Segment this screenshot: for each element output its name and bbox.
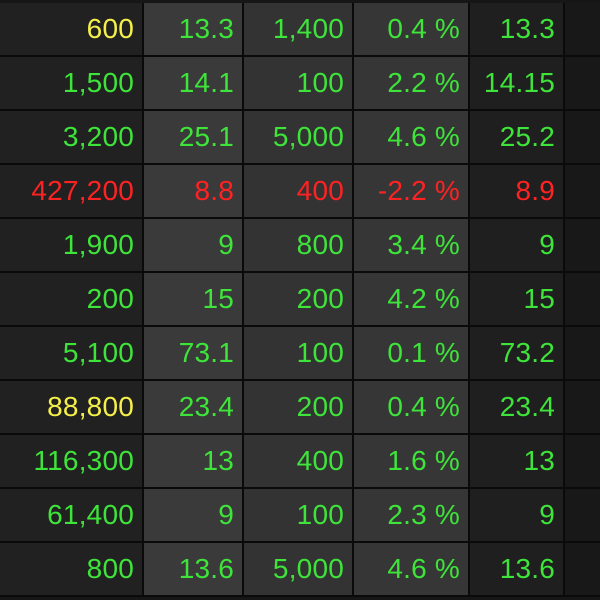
table-cell-change-pct: 0.1 %	[354, 327, 470, 381]
table-cell-ref-price: 15	[470, 273, 565, 327]
table-cell-price: 13.6	[144, 543, 244, 597]
table-cell-price: 13	[144, 435, 244, 489]
table-cell-change-pct: 3.4 %	[354, 219, 470, 273]
table-cell-price: 9	[144, 219, 244, 273]
table-cell-overflow	[565, 435, 600, 489]
table-cell-volume: 800	[0, 543, 144, 597]
table-cell-ref-price: 14.15	[470, 57, 565, 111]
table-cell-volume: 116,300	[0, 435, 144, 489]
table-cell-last-qty: 5,000	[244, 543, 354, 597]
stock-quote-board: 600 13.3 1,400 0.4 % 13.3 1,500 14.1 100 2.2 % 14…	[0, 0, 600, 600]
table-cell-price: 8.8	[144, 165, 244, 219]
table-cell-change-pct: 0.4 %	[354, 381, 470, 435]
table-cell-ref-price: 73.2	[470, 327, 565, 381]
table-cell-ref-price: 8.9	[470, 165, 565, 219]
table-cell-overflow	[565, 381, 600, 435]
table-cell-volume: 1,900	[0, 219, 144, 273]
table-cell-overflow	[565, 543, 600, 597]
table-cell-last-qty: 400	[244, 165, 354, 219]
table-cell-overflow	[565, 3, 600, 57]
table-cell-volume: 427,200	[0, 165, 144, 219]
table-cell-change-pct: 4.6 %	[354, 111, 470, 165]
quote-table: 600 13.3 1,400 0.4 % 13.3 1,500 14.1 100 2.2 % 14…	[0, 3, 600, 597]
table-cell-last-qty: 5,000	[244, 111, 354, 165]
table-cell-volume: 200	[0, 273, 144, 327]
table-cell-overflow	[565, 273, 600, 327]
table-cell-volume: 1,500	[0, 57, 144, 111]
table-cell-last-qty: 200	[244, 381, 354, 435]
table-cell-last-qty: 100	[244, 57, 354, 111]
table-cell-ref-price: 13.3	[470, 3, 565, 57]
table-cell-volume: 600	[0, 3, 144, 57]
table-cell-ref-price: 13.6	[470, 543, 565, 597]
table-cell-overflow	[565, 219, 600, 273]
table-cell-ref-price: 25.2	[470, 111, 565, 165]
table-cell-last-qty: 100	[244, 327, 354, 381]
table-cell-overflow	[565, 327, 600, 381]
table-cell-volume: 3,200	[0, 111, 144, 165]
table-cell-overflow	[565, 111, 600, 165]
table-cell-ref-price: 9	[470, 489, 565, 543]
table-cell-overflow	[565, 57, 600, 111]
table-cell-volume: 5,100	[0, 327, 144, 381]
table-cell-change-pct: 4.2 %	[354, 273, 470, 327]
table-cell-change-pct: 4.6 %	[354, 543, 470, 597]
table-cell-last-qty: 200	[244, 273, 354, 327]
table-cell-change-pct: 1.6 %	[354, 435, 470, 489]
table-cell-last-qty: 100	[244, 489, 354, 543]
table-cell-price: 73.1	[144, 327, 244, 381]
table-cell-price: 13.3	[144, 3, 244, 57]
table-cell-volume: 88,800	[0, 381, 144, 435]
table-cell-price: 25.1	[144, 111, 244, 165]
table-cell-change-pct: 2.2 %	[354, 57, 470, 111]
table-cell-change-pct: 2.3 %	[354, 489, 470, 543]
table-cell-change-pct: -2.2 %	[354, 165, 470, 219]
table-cell-price: 9	[144, 489, 244, 543]
table-cell-last-qty: 400	[244, 435, 354, 489]
table-cell-ref-price: 23.4	[470, 381, 565, 435]
table-cell-ref-price: 9	[470, 219, 565, 273]
table-cell-price: 15	[144, 273, 244, 327]
table-cell-overflow	[565, 489, 600, 543]
table-cell-last-qty: 1,400	[244, 3, 354, 57]
table-cell-volume: 61,400	[0, 489, 144, 543]
table-cell-price: 14.1	[144, 57, 244, 111]
table-cell-price: 23.4	[144, 381, 244, 435]
table-cell-change-pct: 0.4 %	[354, 3, 470, 57]
table-cell-last-qty: 800	[244, 219, 354, 273]
table-cell-overflow	[565, 165, 600, 219]
table-cell-ref-price: 13	[470, 435, 565, 489]
